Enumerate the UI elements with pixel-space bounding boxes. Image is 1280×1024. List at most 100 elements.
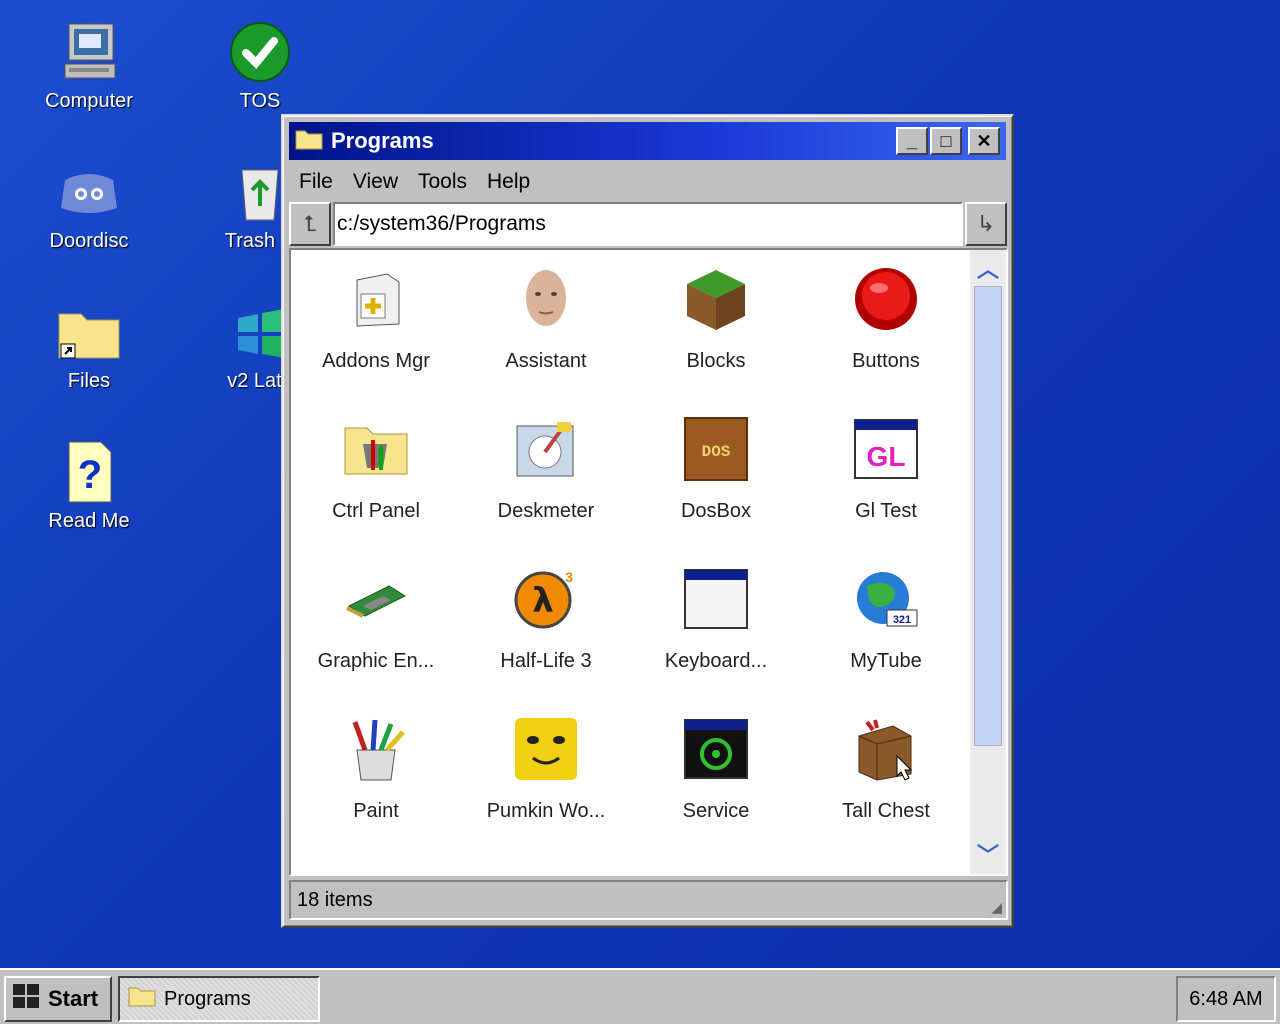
taskbar-item-programs[interactable]: Programs <box>118 976 320 1022</box>
menu-tools[interactable]: Tools <box>408 170 477 194</box>
folder-icon <box>128 985 156 1013</box>
computer-icon <box>57 20 121 84</box>
program-item[interactable]: Assistant <box>461 266 631 416</box>
svg-text:3: 3 <box>565 569 573 585</box>
program-item[interactable]: Service <box>631 716 801 866</box>
close-icon: ✕ <box>976 130 992 151</box>
control-panel-folder-icon <box>343 416 409 482</box>
program-item[interactable]: Tall Chest <box>801 716 971 866</box>
program-item[interactable]: λ3 Half-Life 3 <box>461 566 631 716</box>
svg-text:GL: GL <box>867 441 906 472</box>
face-icon <box>513 266 579 332</box>
desktop-icon-computer[interactable]: Computer <box>29 20 149 113</box>
desktop-icon-tos[interactable]: TOS <box>200 20 320 113</box>
maximize-button[interactable]: □ <box>930 127 962 155</box>
status-bar: 18 items ◢ <box>289 880 1008 920</box>
menu-bar: File View Tools Help <box>289 164 540 200</box>
menu-view[interactable]: View <box>343 170 408 194</box>
window-titlebar[interactable]: Programs _ □ ✕ <box>289 122 1006 160</box>
red-button-icon <box>853 266 919 332</box>
doordisc-icon <box>57 160 121 224</box>
program-item[interactable]: Deskmeter <box>461 416 631 566</box>
start-button[interactable]: Start <box>4 976 112 1022</box>
enter-arrow-icon: ↳ <box>976 211 996 236</box>
program-label: DosBox <box>680 500 752 522</box>
chevron-up-icon: ︿ <box>976 257 999 282</box>
paint-brushes-icon <box>343 716 409 782</box>
window-title: Programs <box>331 128 434 153</box>
blank-window-icon <box>683 566 749 632</box>
program-item[interactable]: Keyboard... <box>631 566 801 716</box>
program-item[interactable]: Paint <box>291 716 461 866</box>
address-input[interactable] <box>333 202 963 246</box>
menu-help[interactable]: Help <box>477 170 540 194</box>
program-label: Keyboard... <box>664 650 768 672</box>
svg-text:λ: λ <box>532 581 554 621</box>
program-label: Service <box>682 800 750 822</box>
program-item[interactable]: Blocks <box>631 266 801 416</box>
start-logo-icon <box>12 983 42 1015</box>
program-item[interactable]: DOS DosBox <box>631 416 801 566</box>
desktop-icon-doordisc[interactable]: Doordisc <box>29 160 149 253</box>
addons-box-icon <box>343 266 409 332</box>
desktop-icon-readme[interactable]: ? Read Me <box>29 440 149 533</box>
address-bar: ⮤ ↳ <box>289 202 1008 246</box>
program-grid: Addons Mgr Assistant Blocks Buttons Ctrl… <box>291 250 971 866</box>
clock[interactable]: 6:48 AM <box>1189 988 1262 1011</box>
folder-shortcut-icon <box>57 300 121 364</box>
scroll-down-button[interactable]: ﹀ <box>972 838 1004 870</box>
program-item[interactable]: GL Gl Test <box>801 416 971 566</box>
scroll-thumb[interactable] <box>974 286 1002 746</box>
pumpkin-face-icon <box>513 716 579 782</box>
chest-icon <box>853 716 919 782</box>
program-item[interactable]: 321 MyTube <box>801 566 971 716</box>
dosbox-icon: DOS <box>683 416 749 482</box>
program-label: Graphic En... <box>317 650 435 672</box>
desktop-icon-files[interactable]: Files <box>29 300 149 393</box>
biohazard-window-icon <box>683 716 749 782</box>
program-item[interactable]: Buttons <box>801 266 971 416</box>
system-tray: 6:48 AM <box>1176 976 1276 1022</box>
desktop-icon-label: Doordisc <box>49 230 129 252</box>
program-label: MyTube <box>850 650 922 672</box>
file-list-pane: Addons Mgr Assistant Blocks Buttons Ctrl… <box>289 248 1008 876</box>
item-count: 18 items <box>297 888 373 911</box>
program-label: Buttons <box>852 350 920 372</box>
vertical-scrollbar[interactable]: ︿ ﹀ <box>970 250 1006 874</box>
program-item[interactable]: Pumkin Wo... <box>461 716 631 866</box>
deskmeter-icon <box>513 416 579 482</box>
help-document-icon: ? <box>57 440 121 504</box>
desktop-icon-label: Files <box>67 370 111 392</box>
close-button[interactable]: ✕ <box>968 127 1000 155</box>
start-label: Start <box>48 986 99 1011</box>
go-button[interactable]: ↳ <box>965 202 1007 246</box>
programs-window[interactable]: Programs _ □ ✕ File View Tools Help ⮤ ↳ … <box>281 114 1014 928</box>
program-label: Addons Mgr <box>322 350 430 372</box>
svg-text:DOS: DOS <box>702 443 731 461</box>
program-item[interactable]: Ctrl Panel <box>291 416 461 566</box>
folder-icon <box>295 128 323 155</box>
minimize-button[interactable]: _ <box>896 127 928 155</box>
program-label: Assistant <box>505 350 587 372</box>
scroll-up-button[interactable]: ︿ <box>972 252 1004 284</box>
svg-text:?: ? <box>78 453 102 497</box>
program-item[interactable]: Graphic En... <box>291 566 461 716</box>
svg-text:321: 321 <box>893 614 911 626</box>
grass-block-icon <box>683 266 749 332</box>
program-label: Deskmeter <box>497 500 595 522</box>
program-label: Gl Test <box>855 500 917 522</box>
checkmark-icon <box>228 20 292 84</box>
taskbar-item-label: Programs <box>164 987 251 1010</box>
desktop-icon-label: Computer <box>45 90 133 112</box>
program-item[interactable]: Addons Mgr <box>291 266 461 416</box>
desktop-icon-label: TOS <box>239 90 281 112</box>
menu-file[interactable]: File <box>289 170 343 194</box>
resize-grip-icon[interactable]: ◢ <box>991 899 1002 916</box>
up-button[interactable]: ⮤ <box>289 202 331 246</box>
program-label: Paint <box>353 800 399 822</box>
up-arrow-icon: ⮤ <box>303 211 317 236</box>
program-label: Tall Chest <box>842 800 930 822</box>
program-label: Blocks <box>686 350 746 372</box>
program-label: Half-Life 3 <box>500 650 592 672</box>
taskbar: Start Programs 6:48 AM <box>0 968 1280 1024</box>
